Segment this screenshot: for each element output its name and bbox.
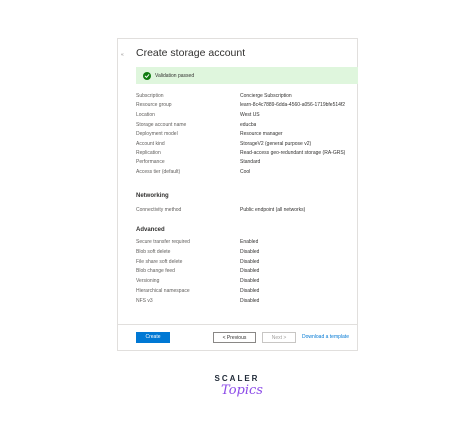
previous-button[interactable]: < Previous	[213, 332, 256, 343]
summary-value: Public endpoint (all networks)	[240, 207, 306, 213]
download-template-link[interactable]: Download a template	[302, 332, 349, 343]
summary-value: West US	[240, 112, 260, 118]
summary-row: Account kind StorageV2 (general purpose v…	[136, 140, 358, 149]
summary-row: Subscription Concierge Subscription	[136, 92, 358, 101]
summary-row: Storage account name educba	[136, 121, 358, 130]
summary-label: Blob soft delete	[136, 249, 171, 255]
checkmark-icon	[143, 71, 151, 80]
summary-value: StorageV2 (general purpose v2)	[240, 141, 312, 147]
summary-value: Read-access geo-redundant storage (RA-GR…	[240, 150, 346, 156]
summary-value: Disabled	[240, 259, 260, 265]
summary-row: Location West US	[136, 111, 358, 120]
summary-value: educba	[240, 122, 257, 128]
summary-label: Storage account name	[136, 122, 187, 128]
next-button[interactable]: Next >	[262, 332, 296, 343]
summary-value: learn-8c4c7889-6dda-4560-a056-1719bfe514…	[240, 102, 346, 108]
brand-logo-bottom: Topics	[221, 383, 263, 398]
summary-row: File share soft delete Disabled	[136, 258, 358, 267]
section-title-networking: Networking	[136, 193, 169, 199]
summary-label: Secure transfer required	[136, 239, 190, 245]
create-button[interactable]: Create	[136, 332, 170, 343]
section-title-advanced: Advanced	[136, 227, 165, 233]
validation-banner: Validation passed	[136, 67, 358, 84]
create-storage-account-panel: « Create storage account Validation pass…	[117, 38, 358, 351]
summary-label: Resource group	[136, 102, 172, 108]
summary-label: Location	[136, 112, 155, 118]
summary-value: Disabled	[240, 249, 260, 255]
summary-value: Disabled	[240, 288, 260, 294]
summary-value: Standard	[240, 159, 261, 165]
summary-label: Blob change feed	[136, 268, 175, 274]
summary-row: Hierarchical namespace Disabled	[136, 287, 358, 296]
footer-divider	[118, 324, 357, 325]
summary-value: Cool	[240, 169, 251, 175]
summary-label: Deployment model	[136, 131, 178, 137]
summary-label: Account kind	[136, 141, 165, 147]
summary-row: Blob soft delete Disabled	[136, 248, 358, 257]
summary-row: Secure transfer required Enabled	[136, 238, 358, 247]
summary-row: Performance Standard	[136, 158, 358, 167]
summary-value: Enabled	[240, 239, 259, 245]
summary-label: Replication	[136, 150, 161, 156]
summary-label: File share soft delete	[136, 259, 183, 265]
validation-message: Validation passed	[155, 72, 195, 79]
summary-row: NFS v3 Disabled	[136, 297, 358, 306]
summary-row: Connectivity method Public endpoint (all …	[136, 206, 358, 215]
brand-logo: SCALER Topics	[0, 374, 474, 398]
summary-value: Disabled	[240, 278, 260, 284]
summary-row: Deployment model Resource manager	[136, 130, 358, 139]
summary-value: Disabled	[240, 268, 260, 274]
page-title: Create storage account	[136, 47, 246, 59]
summary-label: Subscription	[136, 93, 164, 99]
summary-row: Replication Read-access geo-redundant sto…	[136, 149, 358, 158]
summary-label: Access tier (default)	[136, 169, 181, 175]
collapse-icon[interactable]: «	[121, 52, 124, 58]
summary-label: Hierarchical namespace	[136, 288, 190, 294]
summary-row: Access tier (default) Cool	[136, 168, 358, 177]
summary-label: Performance	[136, 159, 165, 165]
summary-label: Versioning	[136, 278, 160, 284]
summary-value: Resource manager	[240, 131, 283, 137]
summary-label: NFS v3	[136, 298, 153, 304]
summary-row: Versioning Disabled	[136, 277, 358, 286]
summary-row: Resource group learn-8c4c7889-6dda-4560-a…	[136, 101, 358, 110]
summary-label: Connectivity method	[136, 207, 182, 213]
summary-value: Concierge Subscription	[240, 93, 292, 99]
summary-row: Blob change feed Disabled	[136, 267, 358, 276]
summary-value: Disabled	[240, 298, 260, 304]
